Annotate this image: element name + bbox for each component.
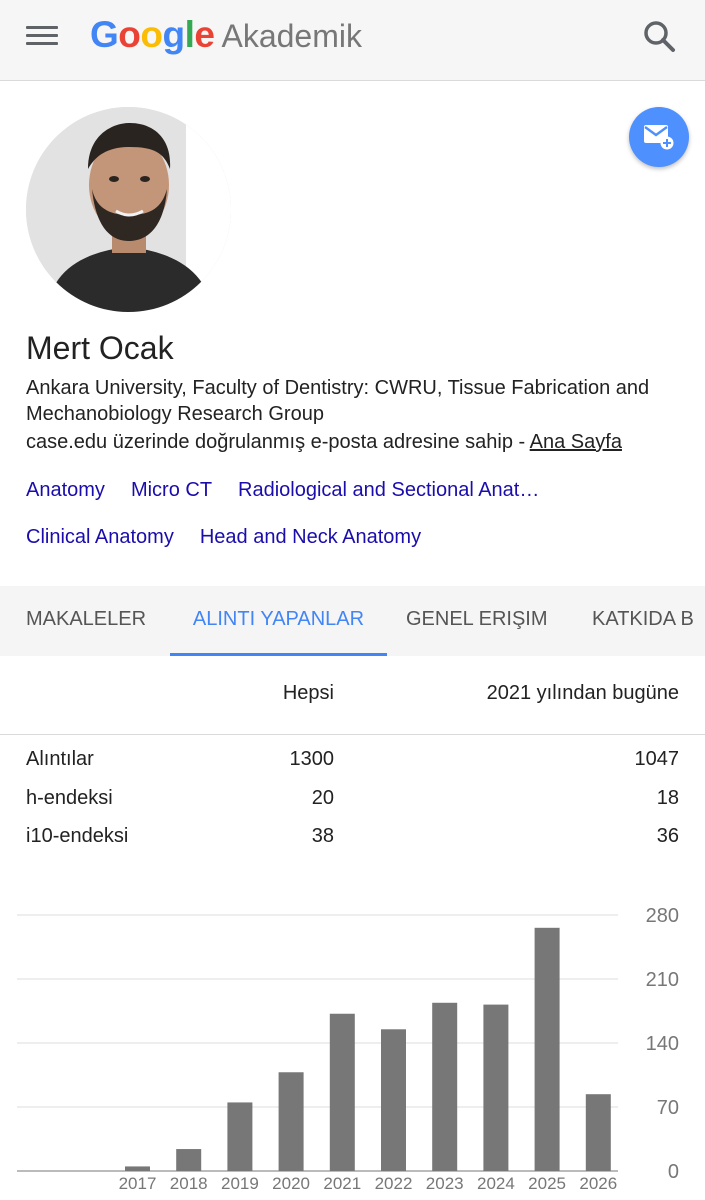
interest-link-micro-ct[interactable]: Micro CT (131, 479, 212, 501)
tab-cited-by[interactable]: ALINTI YAPANLAR (170, 586, 387, 656)
stat-value-all: 38 (311, 825, 334, 847)
stats-header-all: Hepsi (282, 682, 334, 704)
x-tick-label: 2026 (579, 1174, 617, 1193)
homepage-link[interactable]: Ana Sayfa (530, 431, 622, 453)
follow-button[interactable] (629, 107, 689, 167)
tab-label: MAKALELER (26, 608, 147, 630)
chart-bar (125, 1166, 150, 1171)
x-tick-label: 2023 (426, 1174, 464, 1193)
tab-co-authors[interactable]: KATKIDA B (592, 586, 694, 656)
verified-email-line: case.edu üzerinde doğrulanmış e-posta ad… (26, 429, 696, 455)
logo-letter: o (140, 14, 163, 55)
stats-row: Alıntılar 1300 1047 (0, 748, 705, 786)
chart-bar (329, 1013, 355, 1171)
stats-header-recent: 2021 yılından bugüne (486, 682, 679, 704)
logo-letter: g (162, 14, 186, 55)
stat-value-recent: 1047 (634, 748, 680, 770)
profile-photo (26, 107, 231, 312)
y-tick-label: 140 (646, 1033, 679, 1055)
citations-per-year-chart: 0 70 140 210 280 2017 2018 2019 2020 2021 2022 2023… (17, 905, 679, 1193)
tab-articles[interactable]: MAKALELER (26, 586, 146, 656)
x-tick-label: 2025 (528, 1174, 566, 1193)
profile-tabs: MAKALELER ALINTI YAPANLAR GENEL ERIŞIM K… (0, 586, 705, 656)
stat-value-recent: 36 (656, 825, 679, 847)
x-tick-label: 2019 (221, 1174, 259, 1193)
x-tick-label: 2022 (375, 1174, 413, 1193)
chart-bar (432, 1002, 458, 1171)
y-tick-label: 0 (668, 1161, 679, 1183)
y-tick-label: 70 (657, 1097, 679, 1119)
tab-label: ALINTI YAPANLAR (192, 608, 365, 630)
x-tick-label: 2024 (477, 1174, 515, 1193)
interest-link-clinical-anatomy[interactable]: Clinical Anatomy (26, 526, 174, 548)
chart-bar (278, 1072, 304, 1171)
hamburger-menu-icon[interactable] (26, 24, 60, 48)
top-bar: Google Akademik (0, 0, 705, 81)
stats-row: i10-endeksi 38 36 (0, 825, 705, 863)
x-tick-label: 2020 (272, 1174, 310, 1193)
interest-link-anatomy[interactable]: Anatomy (26, 479, 105, 501)
stat-label: h-endeksi (26, 787, 113, 809)
chart-bar (534, 927, 560, 1171)
logo-letter: l (184, 14, 195, 55)
logo-product-name: Akademik (221, 18, 362, 54)
search-icon[interactable] (641, 18, 679, 56)
chart-bar (227, 1102, 253, 1171)
chart-bar (483, 1004, 509, 1171)
logo-letter: e (194, 14, 215, 55)
mail-follow-icon (644, 125, 674, 150)
tab-label: KATKIDA B (592, 608, 694, 630)
stat-label: i10-endeksi (26, 825, 129, 847)
tab-public-access[interactable]: GENEL ERIŞIM (406, 586, 548, 656)
profile-affiliation: Ankara University, Faculty of Dentistry:… (26, 377, 650, 425)
interests-row: Anatomy Micro CT Radiological and Sectiona… (26, 479, 696, 502)
stat-value-recent: 18 (656, 787, 679, 809)
logo-letter: G (90, 14, 119, 55)
stat-value-all: 1300 (289, 748, 335, 770)
logo-letter: o (118, 14, 141, 55)
tab-label: GENEL ERIŞIM (406, 608, 548, 630)
interest-link-radiological[interactable]: Radiological and Sectional Anat… (238, 479, 539, 501)
chart-bar (176, 1149, 202, 1171)
y-tick-label: 210 (646, 969, 679, 991)
stats-row: h-endeksi 20 18 (0, 787, 705, 825)
y-tick-label: 280 (646, 905, 679, 927)
active-tab-indicator (170, 653, 387, 656)
profile-name: Mert Ocak (26, 330, 174, 366)
stat-value-all: 20 (311, 787, 334, 809)
google-scholar-logo[interactable]: Google Akademik (90, 14, 362, 58)
interests-row: Clinical Anatomy Head and Neck Anatomy (26, 526, 696, 549)
x-tick-label: 2017 (119, 1174, 157, 1193)
stat-label: Alıntılar (26, 748, 94, 770)
google-wordmark: Google (90, 14, 215, 55)
interest-link-head-neck-anatomy[interactable]: Head and Neck Anatomy (200, 526, 421, 548)
stats-divider (0, 734, 705, 735)
chart-bar (381, 1029, 406, 1171)
chart-bar (585, 1094, 611, 1171)
x-tick-label: 2018 (170, 1174, 208, 1193)
verified-email-text: case.edu üzerinde doğrulanmış e-posta ad… (26, 431, 530, 453)
x-tick-label: 2021 (323, 1174, 361, 1193)
